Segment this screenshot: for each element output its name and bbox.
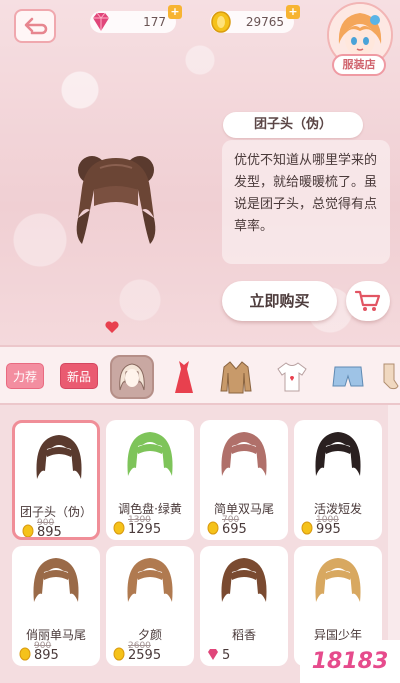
watermark-logo: 18183: [300, 640, 400, 683]
category-recommend-tab[interactable]: 力荐: [6, 363, 45, 389]
add-coins-button[interactable]: +: [286, 5, 300, 19]
product-card[interactable]: 活泼短发 1000 995: [294, 420, 382, 540]
coin-balance: 29765 +: [210, 5, 300, 33]
heart-icon: [105, 321, 119, 333]
coin-icon: [22, 524, 34, 537]
product-name: 团子头（伪）: [19, 505, 92, 519]
product-price: 995: [316, 522, 341, 537]
product-card[interactable]: 俏丽单马尾 900 895: [12, 546, 100, 666]
coin-icon: [207, 521, 219, 535]
hair-icon: [119, 363, 145, 391]
add-to-cart-button[interactable]: [346, 281, 390, 321]
cart-icon: [354, 290, 381, 311]
product-name: 俏丽单马尾: [25, 628, 86, 642]
product-name: 稻香: [231, 628, 256, 642]
product-price: 1295: [128, 522, 162, 537]
product-card[interactable]: 夕颜 2600 2595: [106, 546, 194, 666]
tshirt-icon: [277, 362, 307, 392]
product-card[interactable]: 调色盘·绿黄 1300 1295: [106, 420, 194, 540]
category-shorts-tab[interactable]: [326, 355, 370, 399]
category-bar: 力荐 新品: [0, 345, 400, 405]
item-description: 优优不知道从哪里学来的发型，就给暖暖梳了。虽说是团子头，总觉得有点草率。: [222, 140, 390, 264]
product-card[interactable]: 简单双马尾 700 695: [200, 420, 288, 540]
item-name: 团子头（伪）: [223, 112, 363, 138]
hairstyle-thumbnail-icon: [33, 558, 79, 602]
coin-icon: [301, 521, 313, 535]
coin-icon: [19, 647, 31, 661]
coin-icon: [211, 11, 231, 33]
hairstyle-thumbnail-icon: [315, 558, 361, 602]
hairstyle-thumbnail-icon: [127, 558, 173, 602]
socks-icon: [383, 363, 399, 390]
back-arrow-icon: [24, 17, 48, 35]
add-gems-button[interactable]: +: [168, 5, 182, 19]
hairstyle-thumbnail-icon: [36, 435, 82, 479]
product-card[interactable]: 团子头（伪） 900 895: [12, 420, 100, 540]
hairstyle-thumbnail-icon: [221, 558, 267, 602]
product-price: 5: [222, 648, 231, 663]
coin-icon: [113, 647, 125, 661]
coin-count: 29765: [245, 15, 284, 29]
product-price: 695: [222, 522, 247, 537]
product-card[interactable]: 稻香 5: [200, 546, 288, 666]
category-dress-tab[interactable]: [162, 355, 206, 399]
coin-icon: [113, 521, 125, 535]
gem-balance: 177 +: [90, 5, 182, 33]
product-price: 895: [37, 525, 62, 540]
product-name: 简单双马尾: [213, 502, 274, 516]
gem-count: 177: [143, 15, 166, 29]
back-button[interactable]: [14, 9, 56, 43]
dress-icon: [175, 361, 193, 393]
selected-hairstyle-preview: [76, 156, 156, 244]
shop-name-label[interactable]: 服装店: [332, 54, 386, 76]
shop-scene: 177 + 29765 + 服装店 团子头（伪） 优优不知道从哪里学来的发型，就…: [0, 0, 400, 345]
category-hair-tab[interactable]: [110, 355, 154, 399]
product-price: 895: [34, 648, 59, 663]
category-coat-tab[interactable]: [214, 355, 258, 399]
product-price: 2595: [128, 648, 162, 663]
category-socks-tab[interactable]: [378, 355, 400, 399]
coat-icon: [220, 361, 252, 394]
gem-icon: [93, 12, 109, 31]
hairstyle-thumbnail-icon: [127, 432, 173, 476]
gem-icon: [208, 649, 218, 660]
hairstyle-thumbnail-icon: [315, 432, 361, 476]
category-tshirt-tab[interactable]: [270, 355, 314, 399]
category-new-tab[interactable]: 新品: [60, 363, 99, 389]
hairstyle-thumbnail-icon: [221, 432, 267, 476]
shorts-icon: [332, 366, 364, 387]
buy-now-button[interactable]: 立即购买: [222, 281, 337, 321]
